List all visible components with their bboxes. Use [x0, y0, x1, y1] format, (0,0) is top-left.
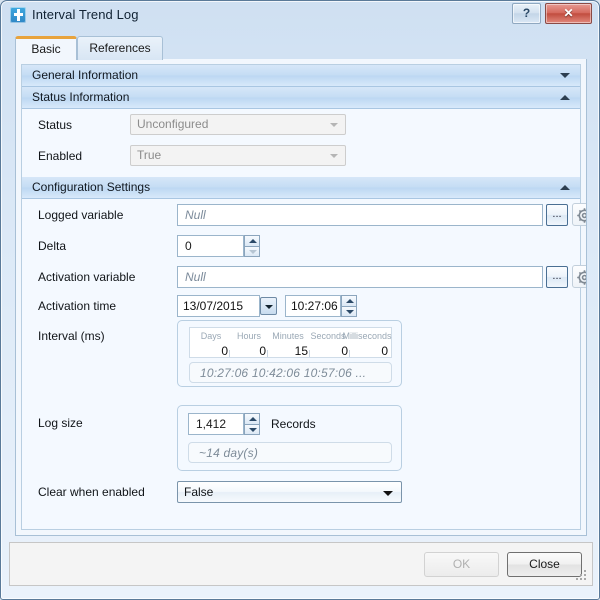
activation-variable-settings-button[interactable] — [572, 265, 586, 288]
label-activation-time: Activation time — [38, 299, 117, 313]
chevron-down-icon — [383, 491, 393, 496]
tab-basic[interactable]: Basic — [15, 36, 77, 60]
interval-value-minutes[interactable]: 15 — [268, 344, 308, 358]
interval-value-hours[interactable]: 0 — [232, 344, 266, 358]
close-button[interactable]: Close — [507, 552, 582, 577]
interval-separator — [267, 350, 268, 357]
chevron-up-icon — [560, 95, 570, 100]
gear-icon — [577, 208, 586, 223]
activation-time-stepper-down[interactable] — [341, 306, 357, 317]
chevron-up-icon — [560, 185, 570, 190]
interval-separator — [229, 350, 230, 357]
log-size-stepper[interactable] — [244, 413, 260, 435]
activation-time-stepper-up[interactable] — [341, 295, 357, 306]
section-header-status-information[interactable]: Status Information — [22, 87, 580, 109]
interval-preview: 10:27:06 10:42:06 10:57:06 ... — [189, 362, 392, 383]
label-logged-variable: Logged variable — [38, 208, 124, 222]
settings-container: General Information Status Information S… — [21, 64, 586, 530]
interval-value-days[interactable]: 0 — [194, 344, 228, 358]
section-header-configuration-settings[interactable]: Configuration Settings — [22, 177, 580, 199]
log-size-groupbox: 1,412 Records ~14 day(s) — [177, 405, 402, 471]
log-size-stepper-down[interactable] — [244, 424, 260, 435]
activation-variable-input[interactable]: Null — [177, 266, 543, 288]
tab-strip: Basic References — [15, 36, 587, 60]
dialog-window: Interval Trend Log ? ✕ Basic References … — [0, 0, 600, 600]
label-activation-variable: Activation variable — [38, 270, 136, 284]
label-enabled: Enabled — [38, 149, 83, 163]
section-title-general-information: General Information — [32, 68, 139, 82]
interval-header-milliseconds: Milliseconds — [342, 331, 392, 341]
interval-separator — [349, 350, 350, 357]
tab-references[interactable]: References — [77, 36, 163, 60]
chevron-down-icon — [560, 73, 570, 78]
delta-input[interactable]: 0 — [177, 235, 244, 257]
label-interval: Interval (ms) — [38, 329, 105, 343]
log-size-input[interactable]: 1,412 — [188, 413, 244, 435]
delta-stepper-up[interactable] — [244, 235, 260, 246]
delta-stepper-down[interactable] — [244, 246, 260, 257]
section-title-status-information: Status Information — [32, 90, 130, 104]
log-size-estimate: ~14 day(s) — [188, 442, 392, 463]
status-value: Unconfigured — [137, 117, 209, 131]
label-delta: Delta — [38, 239, 67, 253]
activation-time-stepper[interactable] — [341, 295, 357, 317]
interval-header-days: Days — [200, 331, 222, 341]
label-status: Status — [38, 118, 73, 132]
label-log-size: Log size — [38, 416, 83, 430]
dialog-footer: OK Close — [9, 542, 593, 586]
log-size-units-label: Records — [271, 417, 316, 431]
logged-variable-input[interactable]: Null — [177, 204, 543, 226]
resize-grip[interactable] — [576, 570, 588, 582]
clear-when-enabled-value: False — [184, 485, 214, 499]
help-button[interactable]: ? — [512, 3, 541, 24]
section-header-general-information[interactable]: General Information — [22, 65, 580, 87]
title-bar[interactable]: Interval Trend Log ? ✕ — [1, 1, 599, 30]
chevron-down-icon — [265, 305, 273, 309]
ok-button[interactable]: OK — [424, 552, 499, 577]
enabled-value: True — [137, 148, 162, 162]
activation-time-input[interactable]: 10:27:06 — [285, 295, 341, 317]
window-title: Interval Trend Log — [32, 7, 139, 22]
trend-log-icon — [10, 7, 26, 23]
status-combobox: Unconfigured — [130, 114, 346, 135]
log-size-stepper-up[interactable] — [244, 413, 260, 424]
interval-groupbox: Days Hours Minutes Seconds Milliseconds … — [177, 320, 402, 387]
date-picker-dropdown-button[interactable] — [260, 297, 277, 315]
section-title-configuration-settings: Configuration Settings — [32, 180, 151, 194]
close-window-button[interactable]: ✕ — [545, 3, 592, 24]
logged-variable-settings-button[interactable] — [572, 203, 586, 226]
activation-date-input[interactable]: 13/07/2015 — [177, 295, 260, 317]
enabled-combobox: True — [130, 145, 346, 166]
label-clear-when-enabled: Clear when enabled — [38, 485, 145, 499]
interval-separator — [309, 350, 310, 357]
interval-grid[interactable]: Days Hours Minutes Seconds Milliseconds … — [189, 327, 392, 358]
logged-variable-browse-button[interactable]: ... — [546, 204, 568, 226]
clear-when-enabled-combobox[interactable]: False — [177, 481, 402, 503]
tab-content-panel: General Information Status Information S… — [15, 59, 587, 536]
chevron-down-icon — [330, 123, 338, 127]
interval-header-minutes: Minutes — [272, 331, 304, 341]
interval-header-hours: Hours — [236, 331, 261, 341]
delta-stepper[interactable] — [244, 235, 260, 257]
chevron-down-icon — [330, 154, 338, 158]
gear-icon — [577, 270, 586, 285]
activation-variable-browse-button[interactable]: ... — [546, 266, 568, 288]
